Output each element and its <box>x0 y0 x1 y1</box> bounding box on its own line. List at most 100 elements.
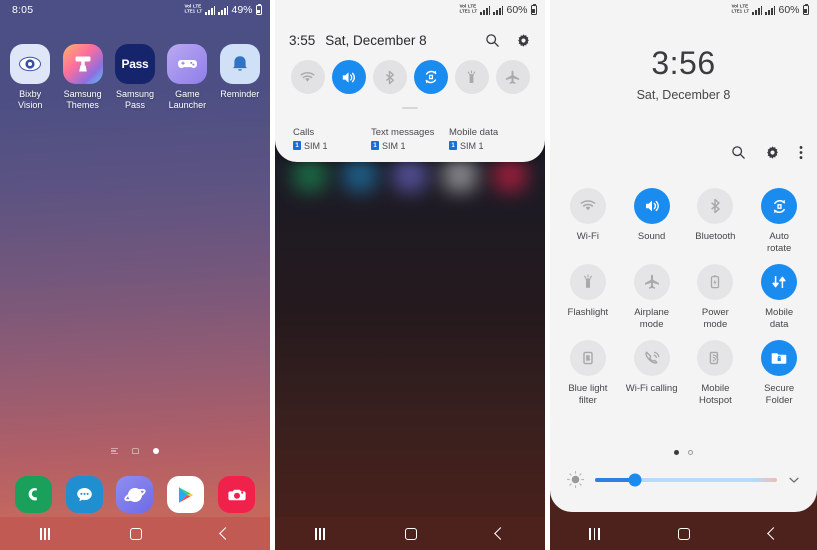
back-icon[interactable] <box>494 527 508 540</box>
home-icon[interactable] <box>678 527 691 540</box>
tile-row-2: Flashlight Airplane mode Power mode Mobi… <box>550 264 817 330</box>
tile-label: Auto rotate <box>766 231 792 254</box>
tile-flashlight[interactable]: Flashlight <box>556 264 620 330</box>
status-bar-quick-settings: Vol LTE LTE1 LT 60% <box>550 0 817 20</box>
camera-icon[interactable] <box>218 476 256 513</box>
app-reminder[interactable]: Reminder <box>215 44 265 111</box>
sim-status-row: Calls 1 SIM 1 Text messages 1 SIM 1 Mobile… <box>275 127 545 151</box>
sim-badge-icon: 1 <box>449 141 457 150</box>
tile-auto-rotate[interactable]: Auto rotate <box>747 188 811 254</box>
tile-label: Mobile data <box>765 307 794 330</box>
signal-bars-sim1-icon <box>752 5 763 15</box>
signal-bars-sim1-icon <box>205 5 216 15</box>
page-dot-active[interactable] <box>674 450 679 455</box>
tile-label: Mobile Hotspot <box>699 383 732 406</box>
page-dot-inactive[interactable] <box>688 450 693 455</box>
tile-mobile-hotspot[interactable]: Mobile Hotspot <box>684 340 748 406</box>
toggle-flashlight[interactable] <box>454 60 489 94</box>
tile-power-mode[interactable]: Power mode <box>684 264 748 330</box>
samsung-pass-icon: Pass <box>114 44 155 84</box>
app-samsung-pass[interactable]: Pass Samsung Pass <box>110 44 160 111</box>
bixby-vision-icon <box>10 44 51 84</box>
status-bar-clock: 8:05 <box>12 4 34 16</box>
sim-value: SIM 1 <box>382 140 406 151</box>
flashlight-icon <box>569 264 606 300</box>
samsung-pass-wordmark: Pass <box>121 57 149 71</box>
app-label: Samsung Themes <box>63 89 102 110</box>
recent-apps-icon[interactable] <box>314 527 326 540</box>
secure-folder-icon <box>761 340 798 376</box>
quick-settings-actions <box>731 145 803 160</box>
more-options-icon[interactable] <box>799 145 803 160</box>
tile-secure-folder[interactable]: Secure Folder <box>747 340 811 406</box>
toggle-auto-rotate[interactable] <box>413 60 448 94</box>
quick-settings-date: Sat, December 8 <box>636 88 731 102</box>
home-icon[interactable] <box>404 527 417 540</box>
shade-drag-handle[interactable] <box>402 107 418 109</box>
gear-icon[interactable] <box>765 145 780 160</box>
tile-label: Bluetooth <box>695 231 736 242</box>
tile-bluetooth[interactable]: Bluetooth <box>684 188 748 254</box>
tile-label: Flashlight <box>567 307 609 318</box>
brightness-slider[interactable] <box>595 473 777 486</box>
page-indicator <box>0 448 270 454</box>
messages-icon[interactable] <box>65 476 103 513</box>
sim-mobile-data[interactable]: Mobile data 1 SIM 1 <box>449 127 527 151</box>
sim-label: Mobile data <box>449 127 499 138</box>
toggle-sound[interactable] <box>331 60 366 94</box>
play-store-icon[interactable] <box>167 476 205 513</box>
back-icon[interactable] <box>766 527 780 540</box>
home-page-indicator-icon[interactable] <box>132 448 139 454</box>
shade-header: 3:55 Sat, December 8 <box>275 28 545 52</box>
apps-list-indicator-icon[interactable] <box>111 448 118 454</box>
back-icon[interactable] <box>219 527 233 540</box>
phone-notification-shade: VolLTE LTE1LT 60% 3:55 Sat, December 8 <box>275 0 545 550</box>
app-bixby-vision[interactable]: Bixby Vision <box>5 44 55 111</box>
tile-label: Wi-Fi calling <box>625 383 678 394</box>
battery-icon <box>802 3 809 15</box>
tile-row-3: Blue light filter Wi-Fi calling Mobile Hot… <box>550 340 817 406</box>
battery-percent: 60% <box>778 4 800 16</box>
phone-quick-settings: VolLTE LTE1LT 60% 3:56 Sat, December 8 <box>550 0 817 550</box>
phone-icon[interactable] <box>14 476 52 513</box>
phone-home-screen: 8:05 Vol LTE LTE1 LT 49% Bixby Vision Sa… <box>0 0 270 550</box>
toggle-airplane-mode[interactable] <box>495 60 530 94</box>
navigation-bar-quick-settings <box>550 517 817 550</box>
tile-wifi-calling[interactable]: Wi-Fi calling <box>620 340 684 406</box>
gear-icon[interactable] <box>516 33 531 48</box>
wifi-icon <box>569 188 606 224</box>
internet-icon[interactable] <box>116 476 154 513</box>
search-icon[interactable] <box>485 33 500 48</box>
app-game-launcher[interactable]: Game Launcher <box>162 44 212 111</box>
tile-sound[interactable]: Sound <box>620 188 684 254</box>
tile-mobile-data[interactable]: Mobile data <box>747 264 811 330</box>
status-bar-shade: Vol LTE LTE1 LT 60% <box>275 0 545 20</box>
quick-settings-page-indicator <box>550 450 817 455</box>
sim-text-messages[interactable]: Text messages 1 SIM 1 <box>371 127 449 151</box>
signal-bars-sim2-icon <box>218 5 229 15</box>
page-dot-active[interactable] <box>153 448 159 454</box>
battery-percent: 49% <box>231 4 253 16</box>
quick-toggles-row <box>275 60 545 94</box>
toggle-wifi[interactable] <box>290 60 325 94</box>
blue-light-filter-icon <box>569 340 606 376</box>
tile-wifi[interactable]: Wi-Fi <box>556 188 620 254</box>
tile-blue-light-filter[interactable]: Blue light filter <box>556 340 620 406</box>
tile-label: Secure Folder <box>764 383 795 406</box>
tile-label: Blue light filter <box>568 383 608 406</box>
recent-apps-icon[interactable] <box>589 527 600 540</box>
recent-apps-icon[interactable] <box>39 527 51 540</box>
signal-bars-sim1-icon <box>480 5 491 15</box>
tile-label: Airplane mode <box>634 307 670 330</box>
chevron-down-icon[interactable] <box>787 473 801 487</box>
search-icon[interactable] <box>731 145 746 160</box>
sim-calls[interactable]: Calls 1 SIM 1 <box>293 127 371 151</box>
tile-airplane-mode[interactable]: Airplane mode <box>620 264 684 330</box>
brightness-slider-thumb[interactable] <box>628 473 642 486</box>
sim-badge-icon: 1 <box>293 141 301 150</box>
reminder-icon <box>219 44 260 84</box>
app-samsung-themes[interactable]: Samsung Themes <box>58 44 108 111</box>
sim-badge-icon: 1 <box>371 141 379 150</box>
toggle-bluetooth[interactable] <box>372 60 407 94</box>
home-icon[interactable] <box>129 527 142 540</box>
